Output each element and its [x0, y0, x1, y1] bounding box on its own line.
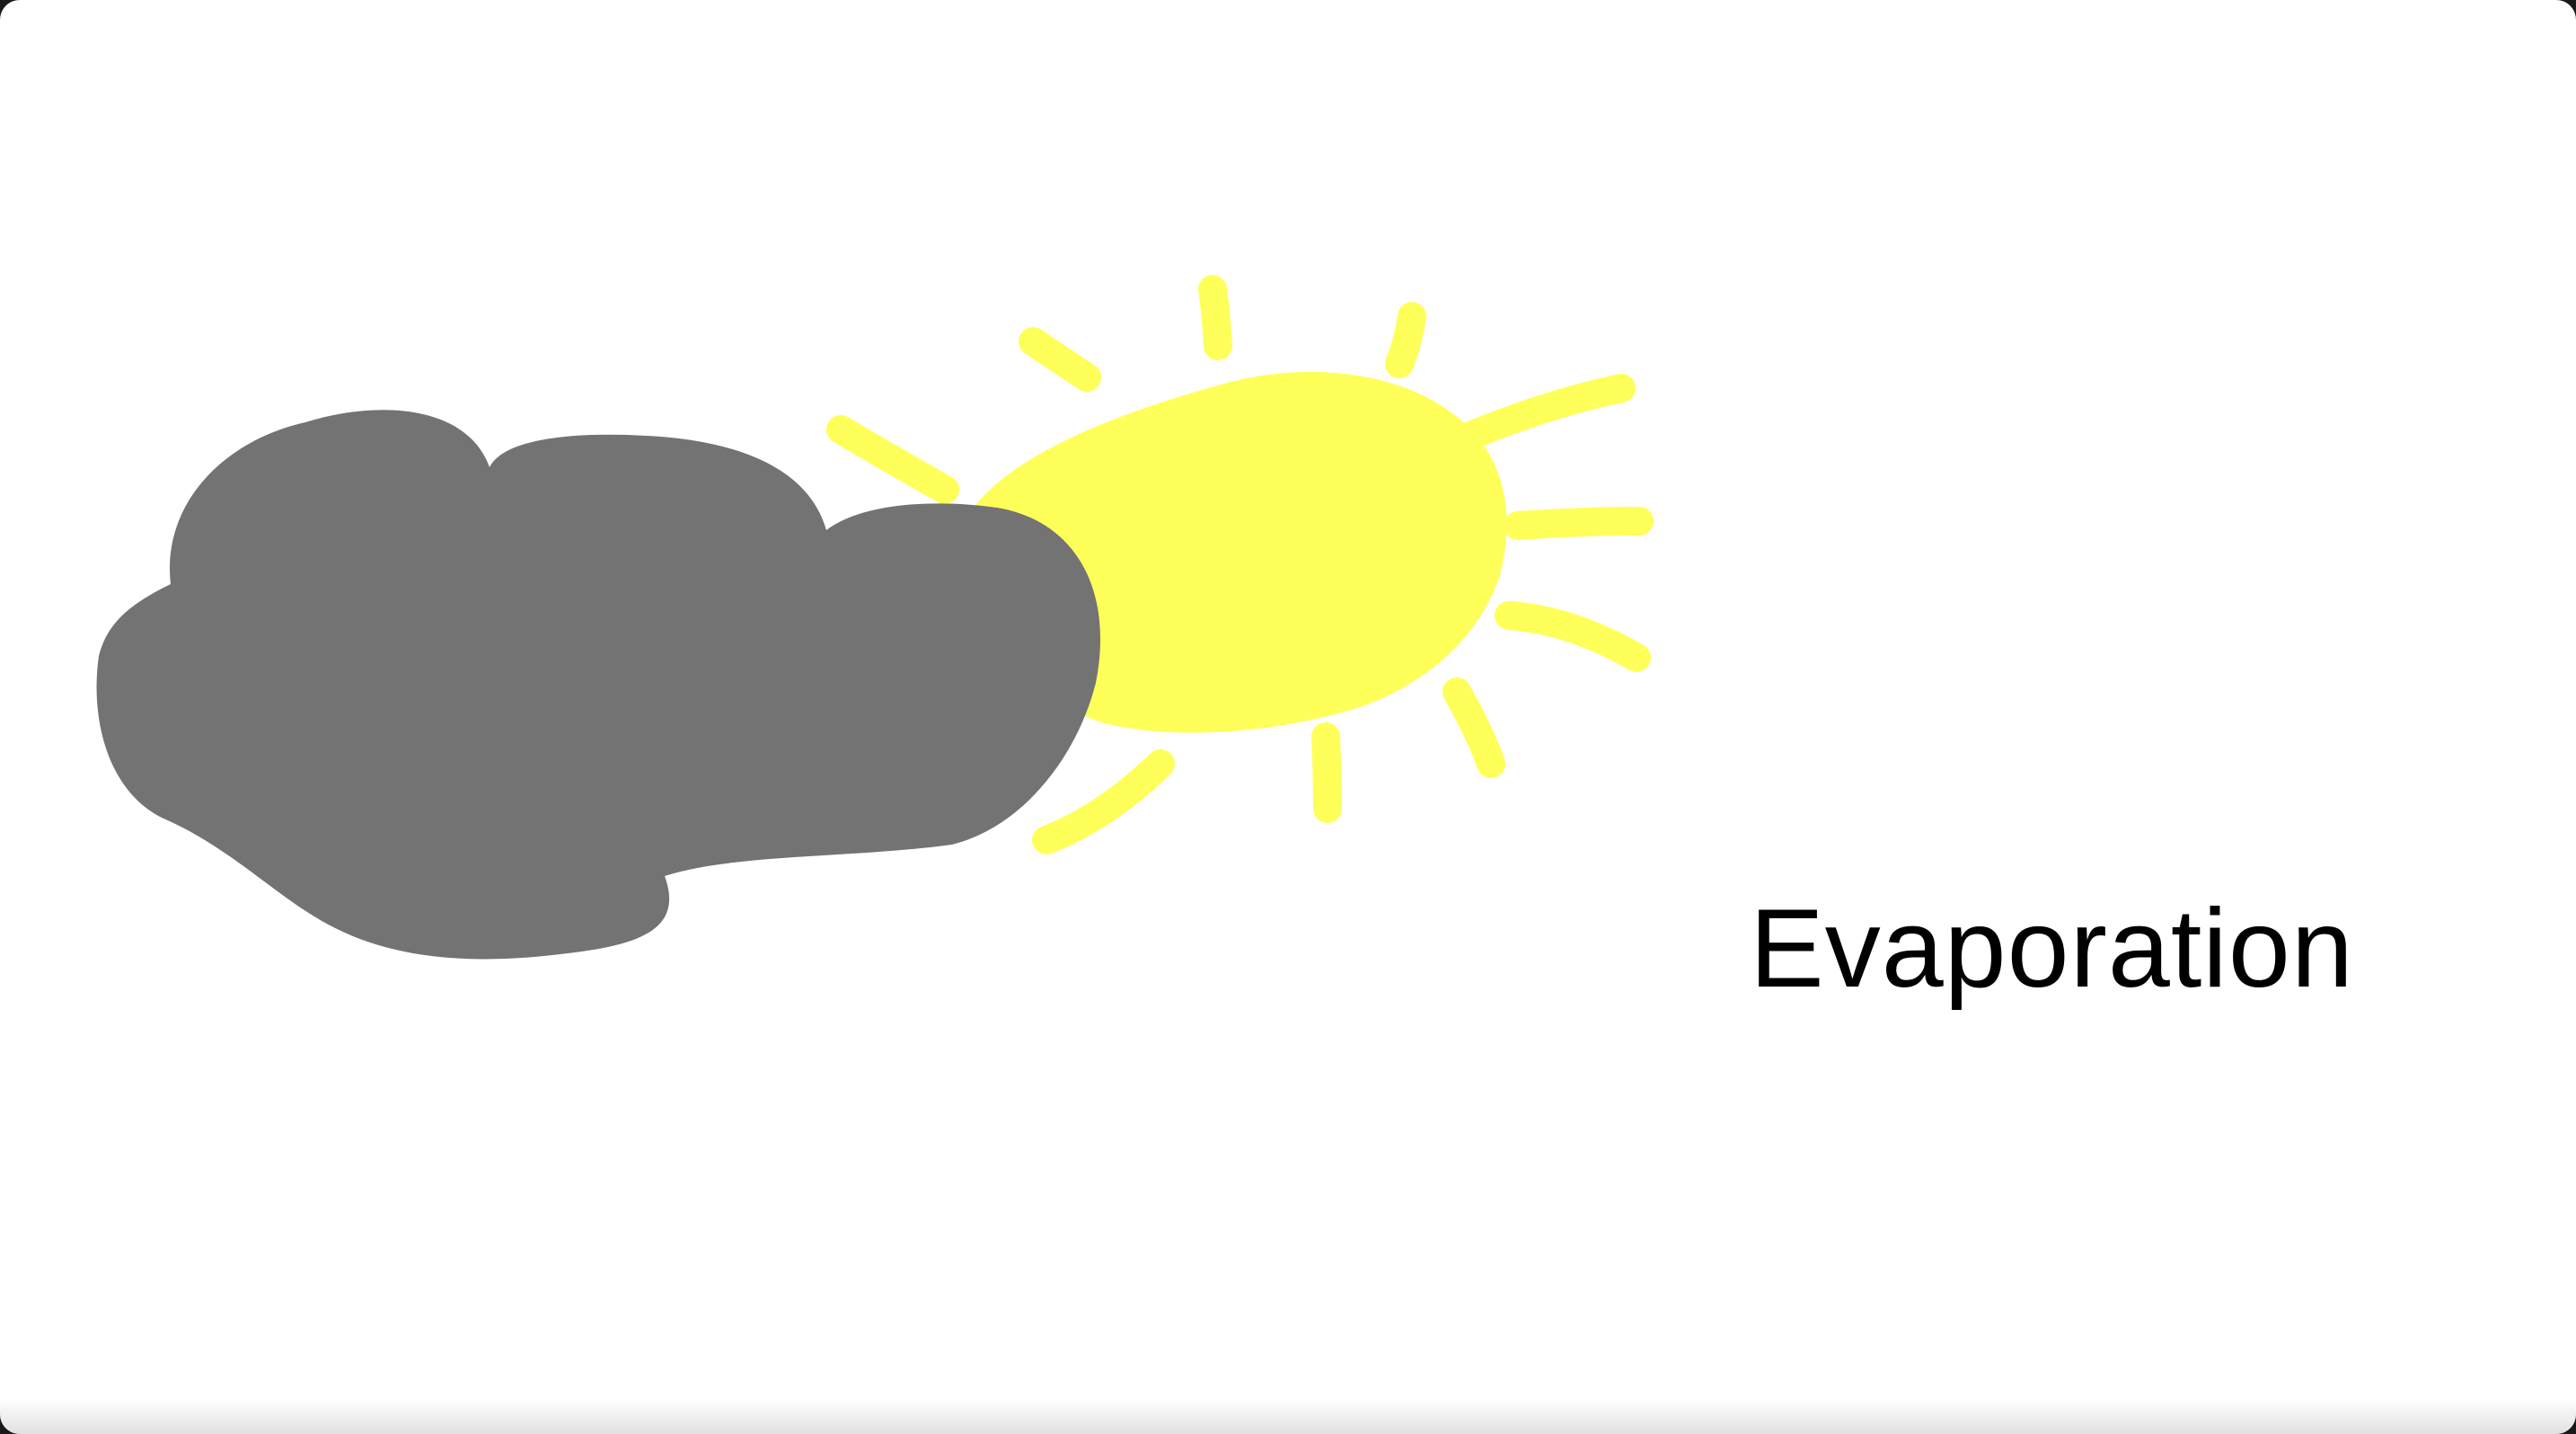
sun-ray [826, 415, 959, 504]
weather-illustration [96, 275, 1654, 960]
sun-ray [1311, 722, 1342, 823]
slide-bottom-shadow [0, 1398, 2576, 1434]
slide: Evaporation [0, 0, 2576, 1434]
sun-ray [1385, 302, 1426, 378]
sun-ray [1198, 275, 1232, 360]
sun-ray [1019, 327, 1101, 392]
slide-caption: Evaporation [1750, 887, 2354, 1011]
sun-ray [1504, 507, 1654, 540]
sun-ray [1442, 677, 1505, 778]
sun-ray [1450, 374, 1636, 453]
sun-ray [1495, 601, 1651, 672]
sun-ray [1032, 749, 1175, 854]
